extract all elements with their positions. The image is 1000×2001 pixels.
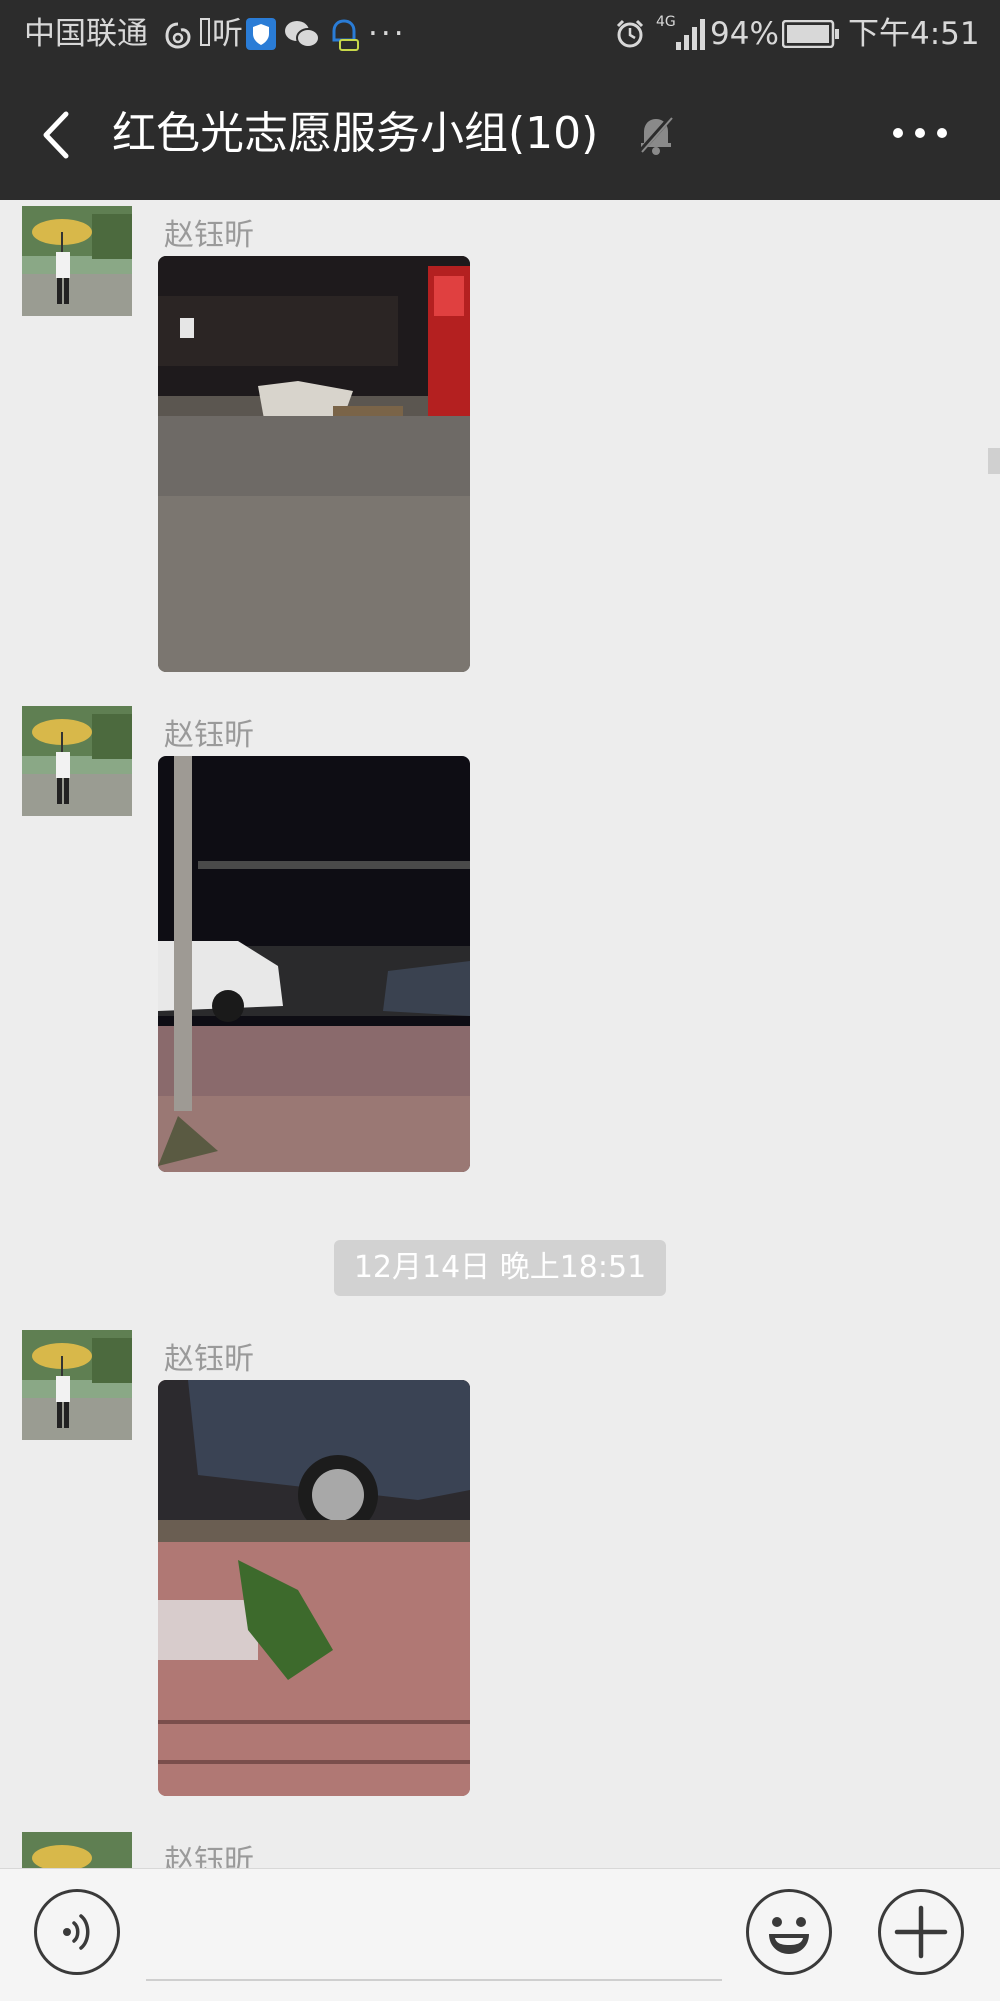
group-chat-title: 红色光志愿服务小组(10) <box>112 108 599 159</box>
back-icon[interactable] <box>36 108 86 162</box>
voice-button[interactable] <box>34 1889 120 1975</box>
more-options-icon[interactable] <box>892 122 948 144</box>
avatar[interactable] <box>22 206 132 316</box>
mute-bell-icon <box>638 114 674 155</box>
avatar[interactable] <box>22 1330 132 1440</box>
emoji-button[interactable] <box>746 1889 832 1975</box>
photo-message[interactable] <box>158 256 470 672</box>
clock: 下午4:51 <box>848 16 980 52</box>
status-bar: 中国联通 听 ··· 4G 94% 下午4:51 <box>0 0 1000 68</box>
message-row: 赵钰昕 <box>0 706 1000 1172</box>
photo-message[interactable] <box>158 756 470 1172</box>
sender-name: 赵钰昕 <box>164 218 254 253</box>
chat-header: 红色光志愿服务小组(10) <box>0 68 1000 200</box>
overflow-dots-icon: ··· <box>368 16 407 52</box>
shield-icon <box>246 18 276 50</box>
network-type: 4G <box>656 14 676 30</box>
sender-name: 赵钰昕 <box>164 1844 254 1868</box>
message-row: 赵钰昕 <box>0 1832 1000 1868</box>
listen-app-label: 听 <box>212 16 243 52</box>
sender-name: 赵钰昕 <box>164 718 254 753</box>
voice-icon <box>63 1914 90 1950</box>
more-actions-button[interactable] <box>878 1889 964 1975</box>
battery-icon <box>782 20 839 48</box>
message-row: 赵钰昕 <box>0 1330 1000 1796</box>
scroll-indicator[interactable] <box>988 448 1000 474</box>
alarm-icon <box>616 19 644 48</box>
photo-message[interactable] <box>158 1380 470 1796</box>
timestamp-divider: 12月14日 晚上18:51 <box>334 1240 666 1296</box>
carrier-name: 中国联通 <box>24 16 148 52</box>
message-row: 赵钰昕 <box>0 206 1000 672</box>
avatar[interactable] <box>22 706 132 816</box>
battery-percent: 94% <box>710 16 779 52</box>
notification-bell-icon <box>332 19 359 51</box>
signal-icon <box>676 19 705 50</box>
wechat-icon <box>285 21 320 48</box>
avatar[interactable] <box>22 1832 132 1868</box>
listen-app-icon: 听 <box>200 14 243 54</box>
message-input[interactable] <box>146 1885 722 1981</box>
sender-name: 赵钰昕 <box>164 1342 254 1377</box>
weibo-icon <box>165 22 191 49</box>
emoji-icon <box>769 1917 809 1954</box>
plus-icon <box>894 1905 948 1959</box>
input-bar <box>0 1868 1000 2001</box>
